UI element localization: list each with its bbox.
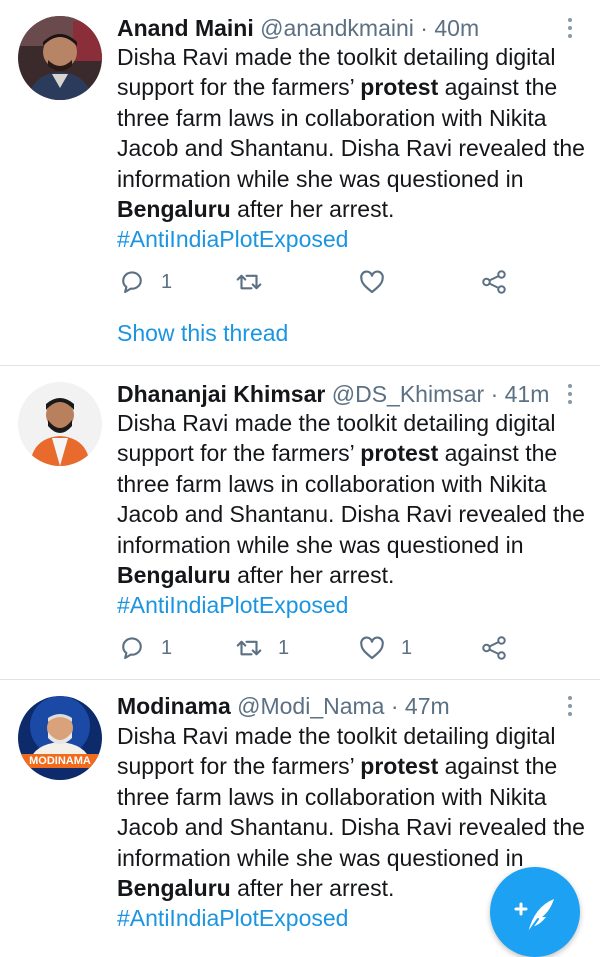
avatar-anand-maini[interactable] <box>18 16 102 100</box>
author-name[interactable]: Anand Maini <box>117 15 254 41</box>
avatar-modinama[interactable]: MODINAMA <box>18 696 102 780</box>
hashtag-link[interactable]: #AntiIndiaPlotExposed <box>117 226 348 252</box>
retweet-count: 1 <box>278 636 290 659</box>
meta-separator: · <box>420 15 428 41</box>
show-thread-link[interactable]: Show this thread <box>117 320 288 347</box>
share-icon <box>482 636 506 660</box>
tweet-2[interactable]: Dhananjai Khimsar @DS_Khimsar · 41m Dish… <box>0 366 600 679</box>
share-icon <box>482 270 506 294</box>
heart-icon <box>360 636 384 660</box>
tweet-actions: 1 <box>117 266 517 298</box>
tweet-text-bold: protest <box>360 74 439 101</box>
author-name[interactable]: Modinama <box>117 693 231 719</box>
hashtag-link[interactable]: #AntiIndiaPlotExposed <box>117 905 348 931</box>
author-handle[interactable]: @DS_Khimsar <box>332 381 484 407</box>
compose-tweet-button[interactable] <box>490 867 580 957</box>
like-count: 1 <box>401 636 413 659</box>
tweet-text-bold: protest <box>360 440 439 467</box>
tweet-text-bold: Bengaluru <box>117 875 231 902</box>
reply-icon <box>122 271 142 294</box>
meta-separator: · <box>390 693 399 719</box>
avatar-dhananjai-khimsar[interactable] <box>18 382 102 466</box>
like-button[interactable] <box>357 266 401 298</box>
more-vertical-icon[interactable] <box>560 14 580 42</box>
tweet-text-bold: Bengaluru <box>117 562 231 589</box>
hashtag-link[interactable]: #AntiIndiaPlotExposed <box>117 592 348 618</box>
tweet-1[interactable]: Anand Maini @anandkmaini · 40m Disha Rav… <box>0 0 600 365</box>
retweet-icon <box>236 640 262 656</box>
tweet-time[interactable]: 40m <box>434 15 479 41</box>
like-button[interactable]: 1 <box>357 632 412 664</box>
tweet-time[interactable]: 41m <box>505 381 550 407</box>
retweet-button[interactable]: 1 <box>234 632 289 664</box>
compose-tweet-icon <box>514 899 554 934</box>
tweet-text: Disha Ravi made the toolkit detailing di… <box>117 42 587 255</box>
retweet-button[interactable] <box>234 266 278 298</box>
tweet-text: Disha Ravi made the toolkit detailing di… <box>117 408 587 621</box>
more-vertical-icon[interactable] <box>560 380 580 408</box>
heart-icon <box>360 270 384 294</box>
share-button[interactable] <box>479 266 509 298</box>
reply-button[interactable]: 1 <box>117 632 172 664</box>
tweet-header: Anand Maini @anandkmaini · 40m <box>117 14 479 42</box>
tweet-header: Dhananjai Khimsar @DS_Khimsar · 41m <box>117 380 549 408</box>
reply-button[interactable]: 1 <box>117 266 172 298</box>
meta-separator: · <box>490 381 499 407</box>
author-handle[interactable]: @Modi_Nama <box>237 693 384 719</box>
retweet-icon <box>236 274 262 290</box>
tweet-actions: 1 1 1 <box>117 632 517 664</box>
tweet-text-bold: Bengaluru <box>117 196 231 223</box>
more-vertical-icon[interactable] <box>560 692 580 720</box>
reply-count: 1 <box>161 270 173 293</box>
tweet-text-part: after her arrest. <box>230 562 395 589</box>
author-name[interactable]: Dhananjai Khimsar <box>117 381 325 407</box>
share-button[interactable] <box>479 632 509 664</box>
tweet-header: Modinama @Modi_Nama · 47m <box>117 692 450 720</box>
reply-icon <box>122 637 142 660</box>
author-handle[interactable]: @anandkmaini <box>260 15 414 41</box>
tweet-text-part: after her arrest. <box>230 196 395 223</box>
reply-count: 1 <box>161 636 173 659</box>
tweet-time[interactable]: 47m <box>405 693 450 719</box>
tweet-text-part: after her arrest. <box>230 875 395 902</box>
tweet-text-bold: protest <box>360 753 439 780</box>
avatar-banner-text: MODINAMA <box>29 755 91 767</box>
